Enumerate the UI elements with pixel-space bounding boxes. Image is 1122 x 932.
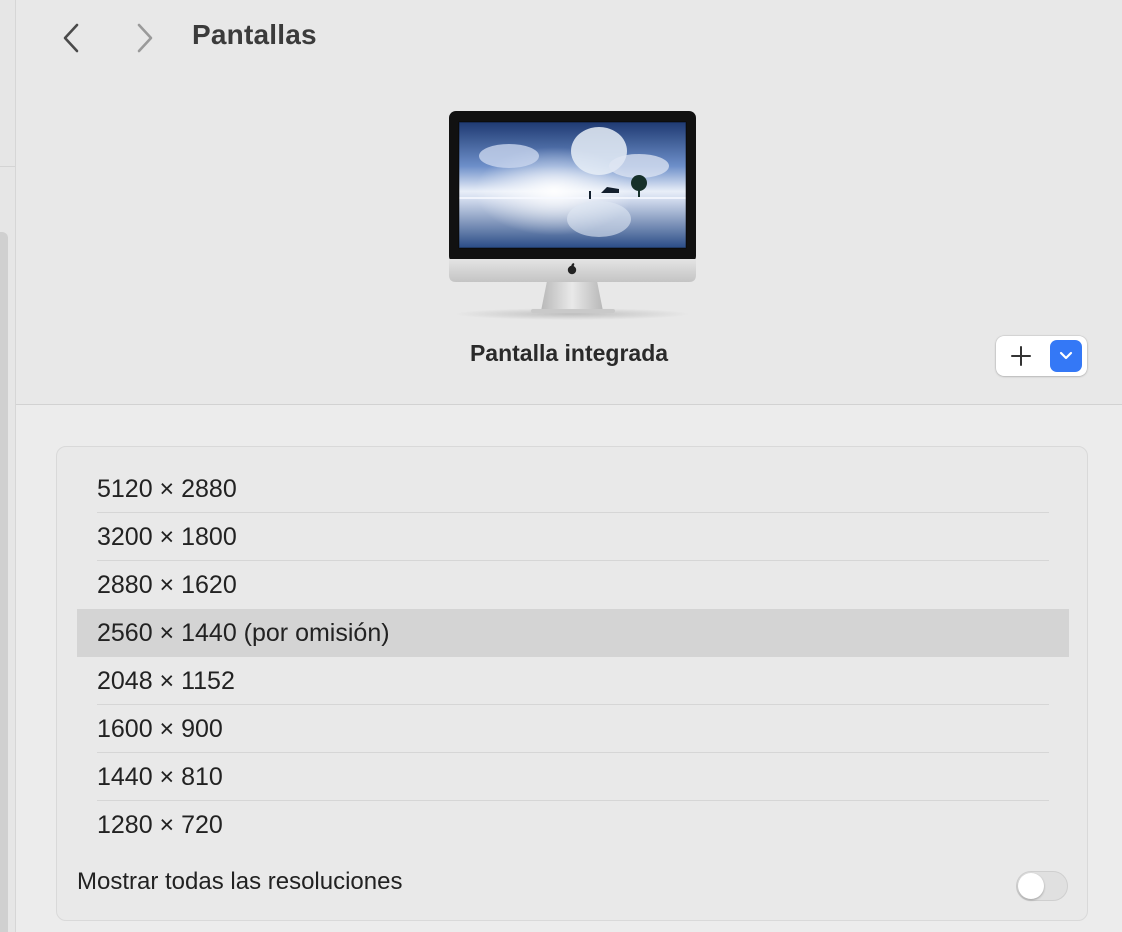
show-all-resolutions-label: Mostrar todas las resoluciones [77, 868, 403, 895]
resolution-panel: 5120 × 2880 3200 × 1800 2880 × 1620 2560… [56, 446, 1088, 921]
resolution-option-selected[interactable]: 2560 × 1440 (por omisión) [77, 609, 1069, 657]
resolution-option[interactable]: 2048 × 1152 [77, 657, 1069, 705]
resolution-label: 1440 × 810 [97, 763, 223, 791]
plus-icon [1011, 346, 1031, 366]
display-name-label: Pantalla integrada [469, 340, 669, 366]
resolution-label: 1600 × 900 [97, 715, 223, 743]
back-button[interactable] [54, 20, 90, 56]
resolution-label: 2560 × 1440 (por omisión) [97, 619, 390, 647]
display-header-area: Pantallas Pantalla integrada [16, 0, 1122, 405]
resolution-option[interactable]: 5120 × 2880 [77, 465, 1069, 513]
sidebar-scrollbar[interactable] [0, 232, 8, 932]
resolution-option[interactable]: 1280 × 720 [77, 801, 1069, 849]
chevron-right-icon [137, 23, 153, 53]
imac-display-illustration[interactable] [449, 111, 696, 321]
chevron-left-icon [63, 23, 79, 53]
resolution-option[interactable]: 1600 × 900 [77, 705, 1069, 753]
sidebar-edge [0, 0, 16, 932]
show-all-resolutions-toggle[interactable] [1016, 871, 1068, 901]
resolution-label: 3200 × 1800 [97, 523, 237, 551]
resolution-option[interactable]: 1440 × 810 [77, 753, 1069, 801]
display-name: Pantalla integrada [16, 340, 1122, 367]
forward-button[interactable] [126, 20, 162, 56]
resolution-list: 5120 × 2880 3200 × 1800 2880 × 1620 2560… [77, 465, 1069, 849]
resolution-label: 1280 × 720 [97, 811, 223, 839]
resolution-label: 2048 × 1152 [97, 667, 235, 695]
toggle-knob [1018, 873, 1044, 899]
add-display-button[interactable] [996, 336, 1046, 376]
resolution-option[interactable]: 3200 × 1800 [77, 513, 1069, 561]
resolution-label: 2880 × 1620 [97, 571, 237, 599]
resolution-option[interactable]: 2880 × 1620 [77, 561, 1069, 609]
resolution-label: 5120 × 2880 [97, 475, 237, 503]
add-display-dropdown-button[interactable] [1050, 340, 1082, 372]
add-display-control[interactable] [996, 336, 1087, 376]
page-title: Pantallas [192, 19, 317, 50]
chevron-down-icon [1059, 351, 1073, 360]
sidebar-divider [0, 166, 15, 167]
